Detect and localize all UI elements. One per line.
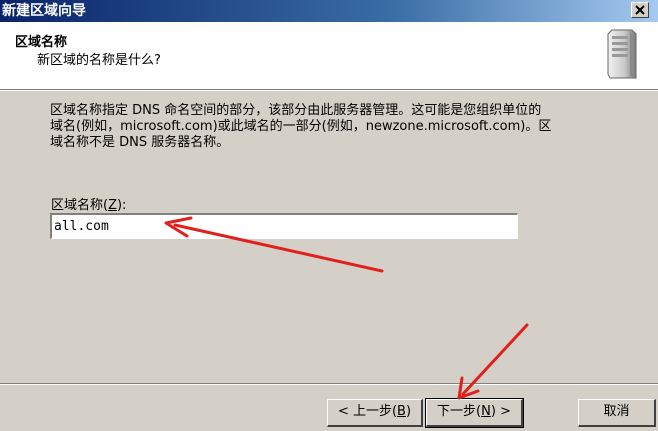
window-title: 新建区域向导 xyxy=(2,3,86,19)
annotation-arrow xyxy=(457,323,529,400)
close-button[interactable] xyxy=(631,2,649,18)
description-line: 域名(例如，microsoft.com)或此域名的一部分(例如，newzone.… xyxy=(50,119,552,134)
back-button[interactable]: < 上一步(B) xyxy=(327,399,423,427)
header-title: 区域名称 xyxy=(15,35,68,50)
zone-name-label: 区域名称(Z): xyxy=(51,198,127,213)
zone-name-description: 区域名称指定 DNS 命名空间的部分，该部分由此服务器管理。这可能是您组织单位的… xyxy=(50,103,630,151)
button-area-divider xyxy=(0,383,658,385)
zone-name-input[interactable] xyxy=(50,213,518,239)
wizard-header: 区域名称 新区域的名称是什么? xyxy=(0,22,658,90)
close-icon xyxy=(635,5,645,15)
description-line: 域名称不是 DNS 服务器名称。 xyxy=(50,135,230,150)
server-icon xyxy=(607,29,637,79)
title-bar: 新建区域向导 xyxy=(0,0,658,22)
header-subtitle: 新区域的名称是什么? xyxy=(37,53,161,68)
next-button[interactable]: 下一步(N) > xyxy=(425,398,524,428)
header-edge xyxy=(0,90,658,91)
description-line: 区域名称指定 DNS 命名空间的部分，该部分由此服务器管理。这可能是您组织单位的 xyxy=(50,103,542,118)
cancel-button[interactable]: 取消 xyxy=(578,399,656,427)
